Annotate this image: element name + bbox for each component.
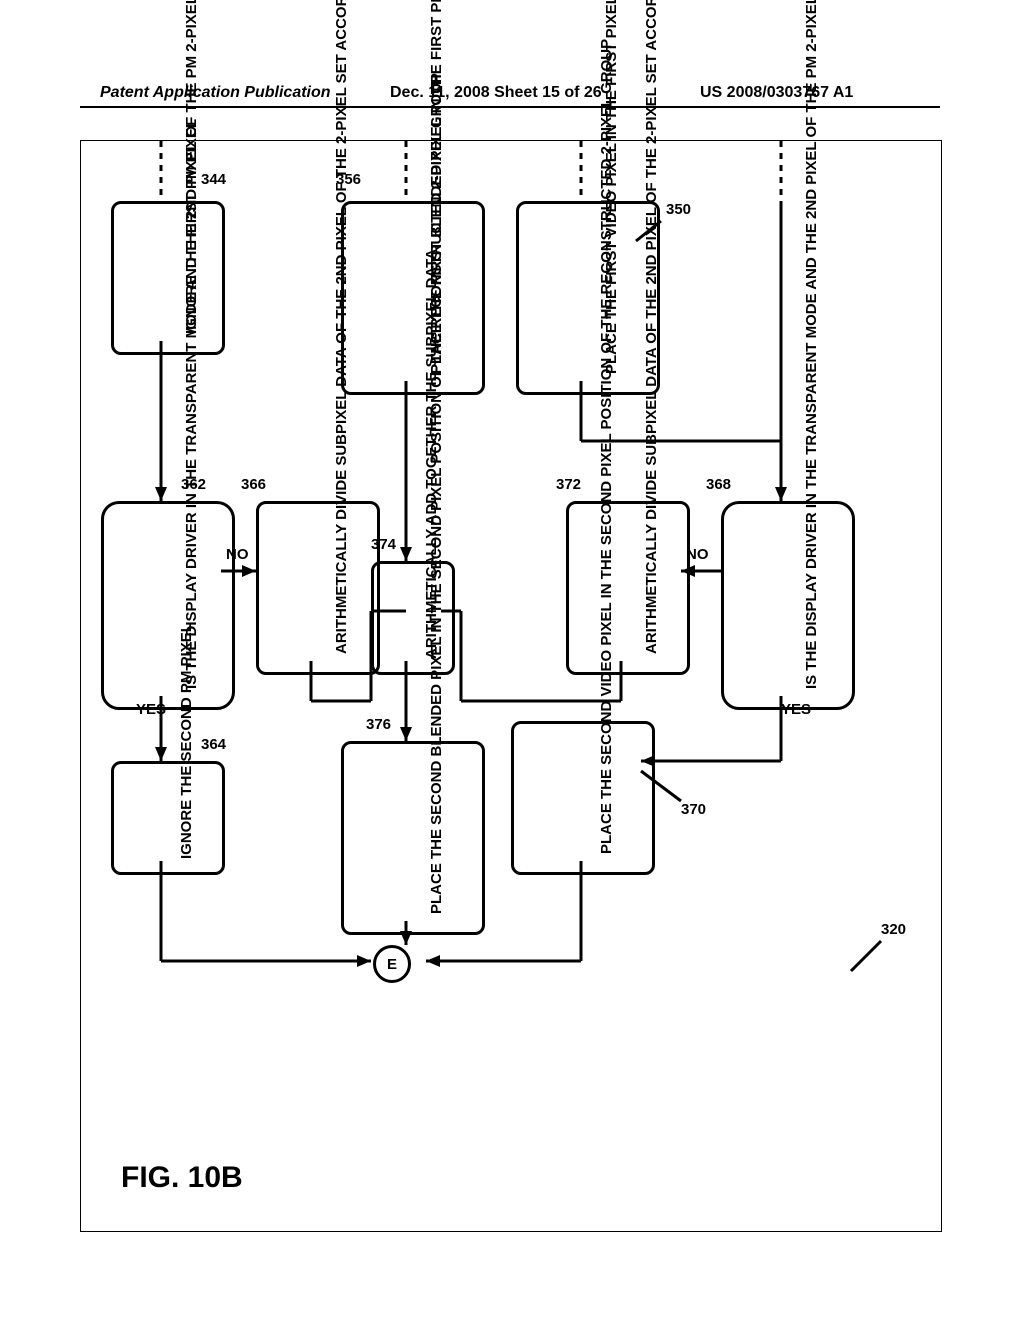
- node-372-text: ARITHMETICALLY DIVIDE SUBPIXEL DATA OF T…: [644, 504, 660, 654]
- ref-362: 362: [181, 476, 206, 493]
- node-368: IS THE DISPLAY DRIVER IN THE TRANSPARENT…: [721, 501, 855, 710]
- node-370-text: PLACE THE SECOND VIDEO PIXEL IN THE SECO…: [599, 724, 615, 854]
- header-right: US 2008/0303767 A1: [700, 84, 853, 102]
- node-376-text: PLACE THE SECOND BLENDED PIXEL IN THE SE…: [429, 744, 445, 914]
- node-344: IGNORE THE FIRST PM PIXEL: [111, 201, 225, 355]
- ref-376: 376: [366, 716, 391, 733]
- node-376: PLACE THE SECOND BLENDED PIXEL IN THE SE…: [341, 741, 485, 935]
- node-366: ARITHMETICALLY DIVIDE SUBPIXEL DATA OF T…: [256, 501, 380, 675]
- patent-page: Patent Application Publication Dec. 11, …: [0, 0, 1024, 1320]
- ref-364: 364: [201, 736, 226, 753]
- yes-362: YES: [136, 701, 166, 718]
- no-362: NO: [226, 546, 249, 563]
- ref-368: 368: [706, 476, 731, 493]
- node-370: PLACE THE SECOND VIDEO PIXEL IN THE SECO…: [511, 721, 655, 875]
- node-366-text: ARITHMETICALLY DIVIDE SUBPIXEL DATA OF T…: [334, 504, 350, 654]
- ref-350: 350: [666, 201, 691, 218]
- figure-label: FIG. 10B: [121, 1161, 243, 1195]
- figure-frame: IGNORE THE FIRST PM PIXEL PLACE THE FIRS…: [80, 140, 942, 1232]
- ref-374: 374: [371, 536, 396, 553]
- ref-320: 320: [881, 921, 906, 938]
- node-364-text: IGNORE THE SECOND PM PIXEL: [179, 764, 195, 859]
- yes-368: YES: [781, 701, 811, 718]
- ref-370: 370: [681, 801, 706, 818]
- connector-e-label: E: [387, 956, 397, 973]
- no-368: NO: [686, 546, 709, 563]
- ref-356: 356: [336, 171, 361, 188]
- node-364: IGNORE THE SECOND PM PIXEL: [111, 761, 225, 875]
- node-362: IS THE DISPLAY DRIVER IN THE TRANSPARENT…: [101, 501, 235, 710]
- header-mid: Dec. 11, 2008 Sheet 15 of 26: [390, 84, 602, 102]
- ref-344: 344: [201, 171, 226, 188]
- node-372: ARITHMETICALLY DIVIDE SUBPIXEL DATA OF T…: [566, 501, 690, 675]
- node-368-text: IS THE DISPLAY DRIVER IN THE TRANSPARENT…: [804, 504, 820, 689]
- ref-366: 366: [241, 476, 266, 493]
- node-350: PLACE THE FIRST VIDEO PIXEL IN THE FIRST…: [516, 201, 660, 395]
- node-356: PLACE THE FIRST BLENDED PIXEL IN THE FIR…: [341, 201, 485, 395]
- header-left: Patent Application Publication: [100, 84, 331, 102]
- ref-372: 372: [556, 476, 581, 493]
- connector-e: E: [373, 945, 411, 983]
